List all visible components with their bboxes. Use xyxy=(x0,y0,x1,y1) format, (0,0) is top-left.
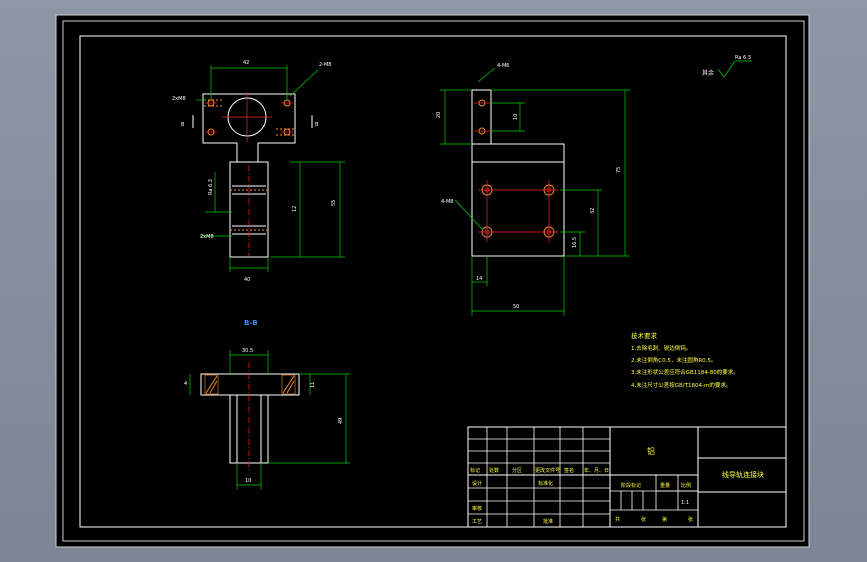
dim-right-bottom-w2: 50 xyxy=(513,304,519,310)
audit: 审核 xyxy=(472,505,482,512)
dim-right-lower: 16.5 xyxy=(572,237,578,248)
scale-label: 比例 xyxy=(681,482,691,489)
dim-right-left: 20 xyxy=(436,112,442,118)
section-mark-right: B xyxy=(315,122,319,128)
part-name: 线导轨连接块 xyxy=(722,470,764,479)
dim-bottom-width: 40 xyxy=(244,277,250,283)
tech-item-2: 2.未注倒角C0.5，未注圆角R0.5。 xyxy=(631,356,716,364)
sheet-background xyxy=(55,14,810,548)
hdr-date: 年、月、日 xyxy=(584,467,609,474)
dim-bb-t: 4 xyxy=(184,381,187,387)
section-mark-left: B xyxy=(181,122,185,128)
tech-item-3: 3.未注形状公差应符合GB1184-80的要求。 xyxy=(631,368,739,376)
roughness-prefix: 其余 xyxy=(702,69,714,77)
hdr-count: 处数 xyxy=(489,467,499,474)
dim-top-width: 42 xyxy=(243,60,249,66)
hdr-change: 更改文件号 xyxy=(535,467,560,474)
cad-drawing: 42 2-M8 2xM8 12 55 40 Ra 6.3 2xM8 B B 4-… xyxy=(55,14,810,548)
label-thread-bottom: 2xM8 xyxy=(200,234,214,240)
drawing-canvas[interactable]: 42 2-M8 2xM8 12 55 40 Ra 6.3 2xM8 B B 4-… xyxy=(0,0,867,562)
dim-bb-bottom: 10 xyxy=(245,478,251,484)
material: 铝 xyxy=(647,446,655,456)
roughness-value: Ra 6.3 xyxy=(735,55,751,61)
dim-right-bottom-w1: 14 xyxy=(476,276,482,282)
section-label: B-B xyxy=(244,319,258,327)
label-4m8: 4-M8 xyxy=(441,199,453,205)
dim-bb-h1: 11 xyxy=(310,382,316,388)
label-thread-top: 2xM8 xyxy=(172,96,186,102)
label-4m6: 4-M6 xyxy=(497,63,509,69)
dim-bb-top: 30.5 xyxy=(242,348,253,354)
tech-title: 技术要求 xyxy=(631,331,658,340)
sheets-total: 共 xyxy=(615,516,620,523)
dim-right-height: 75 xyxy=(616,167,622,173)
process: 工艺 xyxy=(472,519,482,525)
label-2m8: 2-M8 xyxy=(319,62,331,68)
approve: 批准 xyxy=(543,518,553,525)
hdr-zone: 分区 xyxy=(512,467,522,474)
scale-value: 1:1 xyxy=(681,500,689,506)
sheet-unit: 张 xyxy=(688,516,693,523)
stage-mark: 阶段标记 xyxy=(621,482,641,489)
dim-left-h2: 55 xyxy=(331,200,337,206)
sheet-no: 第 xyxy=(662,516,667,523)
hdr-mark: 标记 xyxy=(470,467,480,474)
dim-left-h1: 12 xyxy=(292,206,298,212)
standardize: 标准化 xyxy=(538,480,553,487)
hdr-sign: 签名 xyxy=(564,467,574,474)
label-ra-left: Ra 6.3 xyxy=(208,179,214,195)
tech-item-4: 4.未注尺寸公差按GB/T1804-m的要求。 xyxy=(631,381,731,389)
dim-right-small: 10 xyxy=(513,114,519,120)
weight: 重量 xyxy=(660,482,670,489)
tech-item-1: 1.去除毛刺、锐边倒钝。 xyxy=(631,344,691,352)
sheets-label: 张 xyxy=(641,516,646,523)
design: 设计 xyxy=(472,480,482,487)
dim-right-spacing: 32 xyxy=(590,208,596,214)
dim-bb-h2: 49 xyxy=(338,418,344,424)
